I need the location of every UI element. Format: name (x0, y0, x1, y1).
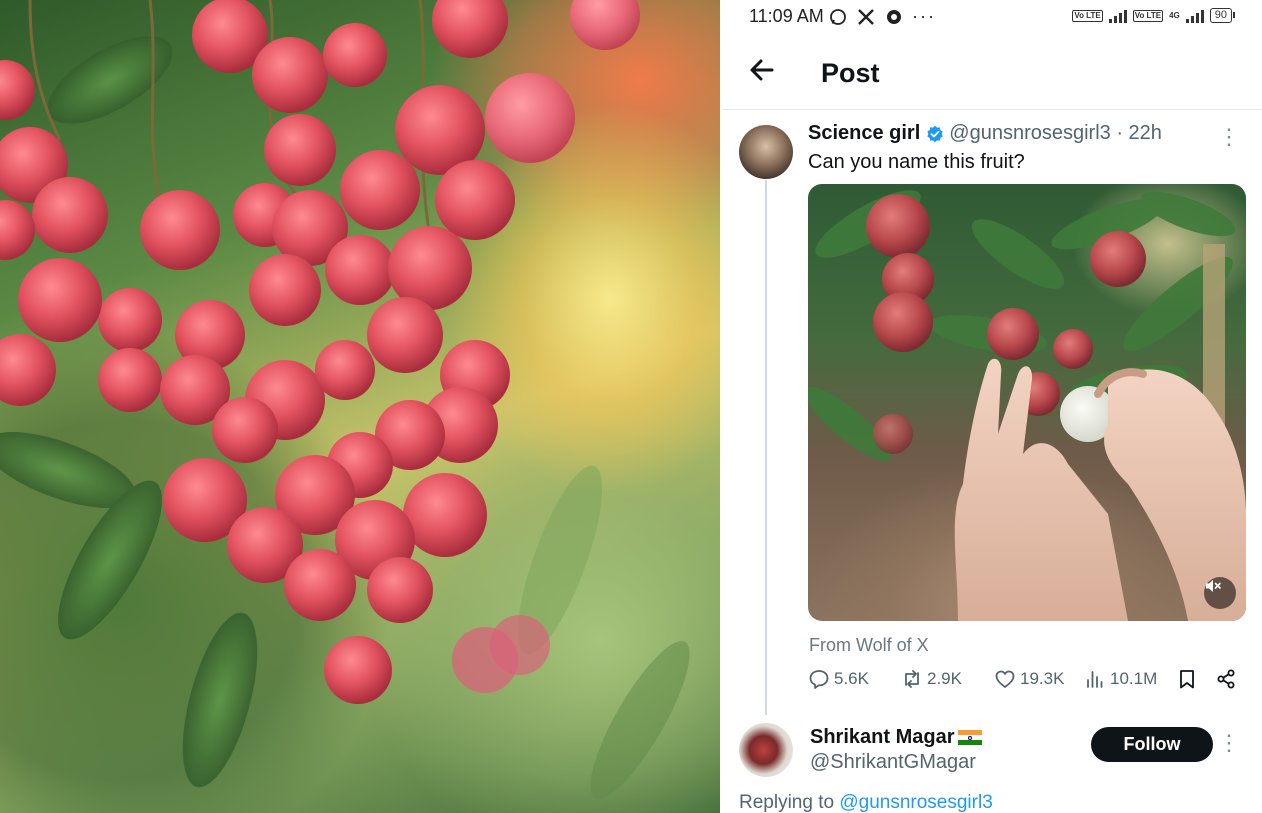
lychee-cluster-illustration (0, 0, 690, 799)
replying-prefix: Replying to (739, 792, 835, 813)
author-name[interactable]: Science girl (808, 122, 920, 145)
volte-badge: Vo LTE (1072, 9, 1103, 22)
whatsapp-icon (828, 7, 848, 27)
tweet-actions: 5.6K 2.9K 19.3K 10.1M (808, 668, 1248, 698)
reply-author-handle: @ShrikantGMagar (810, 751, 976, 773)
views-button[interactable]: 10.1M (1084, 668, 1157, 690)
record-icon (884, 7, 904, 27)
share-icon (1217, 669, 1235, 689)
video-frame-illustration (808, 190, 1246, 621)
status-time: 11:09 AM (749, 6, 824, 26)
volume-mute-icon[interactable] (1204, 577, 1236, 609)
lychee-photo (0, 0, 720, 813)
views-icon (1087, 671, 1103, 688)
heart-icon (995, 670, 1015, 688)
x-icon (856, 7, 876, 27)
follow-button[interactable]: Follow (1091, 727, 1213, 762)
repost-count: 2.9K (927, 669, 962, 688)
battery-indicator: 90 (1209, 8, 1236, 23)
bookmark-icon (1180, 670, 1194, 689)
tweet-text: Can you name this fruit? (808, 151, 1025, 173)
app-header: Post (722, 40, 1262, 110)
arrow-left-icon[interactable] (746, 54, 778, 86)
signal-strength-icon (1108, 9, 1127, 23)
reply-author-line: Shrikant Magar (810, 726, 983, 749)
tweet-video[interactable] (808, 184, 1246, 621)
more-options-icon[interactable]: ⋮ (1218, 124, 1240, 150)
page-title: Post (821, 58, 880, 88)
avatar[interactable] (739, 125, 793, 179)
reply-count: 5.6K (834, 669, 869, 688)
signal-strength-icon (1185, 9, 1204, 23)
repost-icon (905, 670, 919, 688)
status-app-icons: ··· (828, 6, 936, 27)
reply-author-name[interactable]: Shrikant Magar (810, 726, 954, 749)
bookmark-button[interactable] (1176, 668, 1198, 690)
verified-badge-icon (927, 125, 943, 142)
replying-to-line: Replying to @gunsnrosesgirl3 (739, 792, 993, 813)
tweet-author-line: Science girl @gunsnrosesgirl3 · 22h (808, 122, 1162, 145)
avatar[interactable] (739, 723, 793, 777)
volte-badge: Vo LTE (1132, 9, 1164, 22)
replying-handle-link[interactable]: @gunsnrosesgirl3 (839, 792, 992, 813)
thread-connector-line (765, 180, 767, 715)
status-more-dots: ··· (912, 6, 936, 26)
share-button[interactable] (1215, 668, 1237, 690)
more-options-icon[interactable]: ⋮ (1218, 730, 1240, 756)
reply-button[interactable]: 5.6K (808, 668, 869, 690)
media-source[interactable]: From Wolf of X (809, 635, 929, 656)
like-button[interactable]: 19.3K (994, 668, 1064, 690)
india-flag-icon (958, 729, 983, 746)
network-type: 4G (1169, 11, 1180, 20)
status-indicators: Vo LTE Vo LTE 4G 90 (1072, 8, 1236, 23)
author-handle-time: @gunsnrosesgirl3 · 22h (949, 122, 1162, 144)
reply-icon (809, 670, 829, 689)
phone-screen: 11:09 AM ··· Vo LTE Vo LTE 4G 90 Post Sc… (722, 0, 1262, 813)
like-count: 19.3K (1020, 669, 1065, 688)
status-bar: 11:09 AM ··· Vo LTE Vo LTE 4G 90 (722, 0, 1262, 34)
repost-button[interactable]: 2.9K (901, 668, 962, 690)
views-count: 10.1M (1110, 669, 1158, 688)
